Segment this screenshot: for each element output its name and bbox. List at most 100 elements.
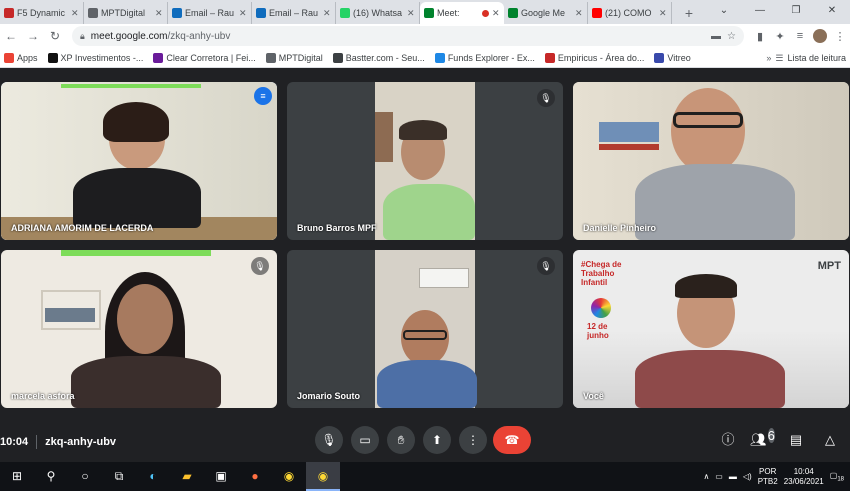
muted-mic-icon: 🎙︎ [537,257,555,275]
meet-icon [424,8,434,18]
bookmark-item[interactable]: MPTDigital [265,52,323,63]
forward-button[interactable]: → [22,29,44,43]
battery-icon[interactable]: ▬ [729,472,737,481]
browser-menu-icon[interactable]: ⋮ [830,30,850,43]
bookmark-item[interactable]: XP Investimentos -... [47,52,143,63]
reading-list[interactable]: » ☰ Lista de leitura [762,48,850,67]
participant-tile[interactable]: ≡ ADRIANA AMORIM DE LACERDA [1,82,277,240]
close-tab-icon[interactable]: ✕ [71,8,79,19]
bookmark-item[interactable]: Bastter.com - Seu... [332,52,425,63]
extension-chart-icon[interactable]: ▮ [750,30,770,43]
close-tab-icon[interactable]: ✕ [155,8,163,19]
browser-tab[interactable]: Meet: ✕ [420,2,504,24]
tab-title: (21) COMO [605,8,652,18]
activities-button[interactable]: △ [818,426,842,454]
participant-tile[interactable]: #Chega de Trabalho Infantil 12 de junho … [573,250,849,408]
meeting-details: 10:04 zkq-anhy-ubv [0,422,116,462]
bookmark-item[interactable]: Vitreo [654,52,691,63]
bookmark-favicon-icon [4,52,14,63]
extensions-puzzle-icon[interactable]: ✦ [770,30,790,43]
bookmark-label: Bastter.com - Seu... [345,52,425,63]
browser-tab[interactable]: (21) COMO ✕ [588,2,672,24]
chrome-icon[interactable]: ◉ [272,462,306,491]
present-screen-button[interactable]: ⬆ [423,426,451,454]
browser-tab[interactable]: Google Me ✕ [504,2,588,24]
media-control-icon[interactable]: ≡ [790,30,810,42]
clock-time: 10:04 [793,466,814,476]
close-tab-icon[interactable]: ✕ [575,8,583,19]
camera-button[interactable]: ▭ [351,426,379,454]
bookmark-favicon-icon [153,52,164,63]
meeting-info-button[interactable]: ⓘ [716,426,740,454]
bookmark-item[interactable]: Funds Explorer - Ex... [434,52,535,63]
notification-center-icon[interactable]: ▢18 [830,471,844,483]
bookmark-item[interactable]: Apps [4,52,38,63]
back-button[interactable]: ← [0,29,22,43]
chrome-active-icon[interactable]: ◉ [306,462,340,491]
profile-avatar[interactable] [813,29,827,43]
raise-hand-button[interactable]: ✋︎ [387,426,415,454]
participant-tile[interactable]: 🎙︎ Bruno Barros MPF [287,82,563,240]
volume-icon[interactable]: ◁) [743,472,752,481]
task-view-icon[interactable]: ⧉ [102,462,136,491]
reload-button[interactable]: ↻ [44,29,66,43]
new-tab-button[interactable]: + [678,2,700,24]
tab-title: Google Me [521,8,566,18]
tab-title: Email – Rau [185,8,235,18]
firefox-icon[interactable]: ● [238,462,272,491]
participant-tile[interactable]: 🎙︎ Jomario Souto [287,250,563,408]
tab-search-icon[interactable]: ⌄ [706,0,742,22]
browser-tab[interactable]: Email – Rau ✕ [168,2,252,24]
close-tab-icon[interactable]: ✕ [659,8,667,19]
bookmark-favicon-icon [654,52,665,63]
input-language[interactable]: POR PTB2 [758,467,778,487]
bookmark-label: Funds Explorer - Ex... [447,52,535,63]
bookmark-label: Empiricus - Área do... [557,52,645,63]
tray-chevron-icon[interactable]: ∧ [703,472,709,481]
bookmarks-bar: Apps XP Investimentos -... Clear Corretora… [0,48,850,68]
close-tab-icon[interactable]: ✕ [239,8,247,19]
browser-tab[interactable]: (16) Whatsa ✕ [336,2,420,24]
campaign-text: #Chega de Trabalho Infantil [581,260,622,287]
bookmark-favicon-icon [332,52,343,63]
store-icon[interactable]: ▣ [204,462,238,491]
system-clock[interactable]: 10:04 23/06/2021 [784,467,824,487]
tab-title: MPTDigital [101,8,146,18]
outlook-icon [256,8,266,18]
close-tab-icon[interactable]: ✕ [492,8,500,19]
file-explorer-icon[interactable]: ▰ [170,462,204,491]
microphone-button[interactable]: 🎙︎ [315,426,343,454]
participant-tile[interactable]: 🎙︎ marcela asfora [1,250,277,408]
meeting-code: zkq-anhy-ubv [45,436,117,448]
edge-icon[interactable]: ◐ [136,462,170,491]
browser-tab[interactable]: F5 Dynamic ✕ [0,2,84,24]
participant-name: Bruno Barros MPF [297,223,377,233]
network-icon[interactable]: ▭ [715,472,723,481]
bookmark-star-icon[interactable]: ☆ [727,31,736,42]
minimize-button[interactable]: — [742,0,778,22]
url-host: meet.google.com [90,30,168,42]
bookmark-item[interactable]: Empiricus - Área do... [544,52,645,63]
url-path: /zkq-anhy-ubv [167,30,231,42]
people-button[interactable]: 👥︎6 [750,426,775,454]
browser-tab[interactable]: Email – Rau ✕ [252,2,336,24]
tab-title: Email – Rau [269,8,319,18]
windows-start-icon[interactable]: ⊞ [0,462,34,491]
browser-tab[interactable]: MPTDigital ✕ [84,2,168,24]
leave-call-button[interactable]: ☎︎ [493,426,531,454]
bookmark-item[interactable]: Clear Corretora | Fei... [153,52,256,63]
close-tab-icon[interactable]: ✕ [407,8,415,19]
page-icon [88,8,98,18]
overflow-chevron-icon[interactable]: » [766,53,771,63]
cortana-icon[interactable]: ○ [68,462,102,491]
address-bar[interactable]: 🔒︎ meet.google.com/zkq-anhy-ubv ▬ ☆ [72,26,744,46]
close-tab-icon[interactable]: ✕ [323,8,331,19]
chat-button[interactable]: ▤ [784,426,808,454]
tab-title: F5 Dynamic [17,8,66,18]
participant-tile[interactable]: Danielle Pinheiro [573,82,849,240]
more-options-button[interactable]: ⋮ [459,426,487,454]
search-icon[interactable]: ⚲ [34,462,68,491]
camera-in-use-icon[interactable]: ▬ [711,31,721,42]
restore-button[interactable]: ❐ [778,0,814,22]
close-window-button[interactable]: ✕ [814,0,850,22]
